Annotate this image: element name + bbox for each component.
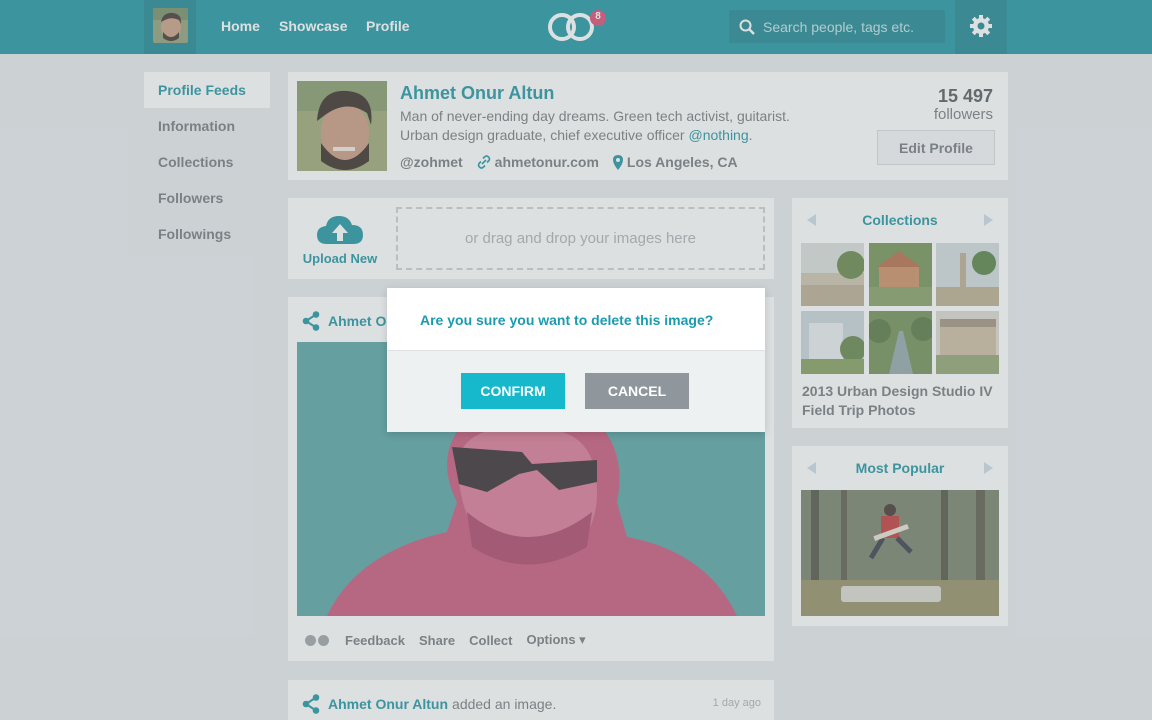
dialog-header: Are you sure you want to delete this ima… bbox=[387, 288, 765, 351]
cancel-button[interactable]: CANCEL bbox=[585, 373, 689, 409]
dialog-message: Are you sure you want to delete this ima… bbox=[420, 312, 714, 328]
confirm-button[interactable]: CONFIRM bbox=[461, 373, 565, 409]
delete-confirm-dialog: Are you sure you want to delete this ima… bbox=[387, 288, 765, 432]
